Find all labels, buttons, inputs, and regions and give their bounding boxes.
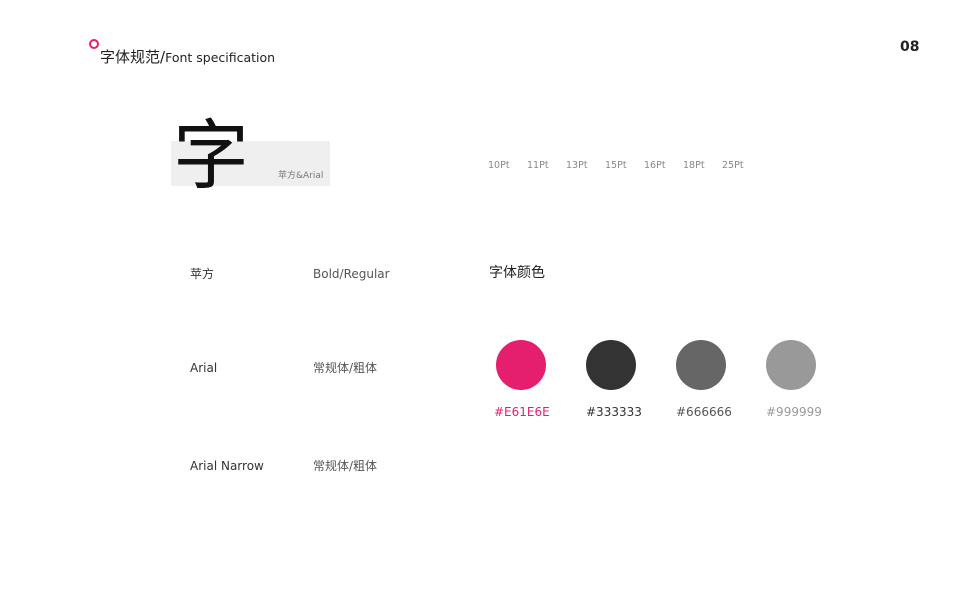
specimen-character: 字 (173, 111, 249, 200)
font-size-list: 10Pt 11Pt 13Pt 15Pt 16Pt 18Pt 25Pt (488, 159, 761, 173)
color-hex-label: #333333 (586, 405, 642, 419)
font-size-label: 25Pt (722, 160, 744, 171)
color-swatch-light (766, 340, 816, 390)
color-swatch-pink (496, 340, 546, 390)
font-colors-title: 字体颜色 (489, 265, 545, 281)
color-hex-label: #999999 (766, 405, 822, 419)
color-hex-label: #666666 (676, 405, 732, 419)
font-weights-arial: 常规体/粗体 (313, 361, 378, 375)
font-size-label: 18Pt (683, 160, 705, 171)
page-title-cn: 字体规范 (100, 48, 161, 66)
font-weights-arial-narrow: 常规体/粗体 (313, 459, 378, 473)
page-number: 08 (900, 39, 920, 55)
font-name-pingfang: 苹方 (190, 267, 215, 281)
font-size-label: 10Pt (488, 160, 510, 171)
font-weights-pingfang: Bold/Regular (313, 267, 390, 281)
page-title-en: Font specification (165, 50, 276, 65)
font-size-label: 11Pt (527, 160, 549, 171)
page-title: 字体规范/Font specification (100, 48, 275, 67)
color-swatch-medium (676, 340, 726, 390)
color-hex-label: #E61E6E (494, 405, 550, 419)
font-size-label: 13Pt (566, 160, 588, 171)
specimen-caption: 苹方&Arial (278, 171, 324, 181)
font-size-label: 16Pt (644, 160, 666, 171)
font-name-arial-narrow: Arial Narrow (190, 459, 264, 473)
font-name-arial: Arial (190, 361, 218, 375)
font-size-label: 15Pt (605, 160, 627, 171)
bullet-ring-icon (89, 39, 99, 49)
color-swatch-dark (586, 340, 636, 390)
